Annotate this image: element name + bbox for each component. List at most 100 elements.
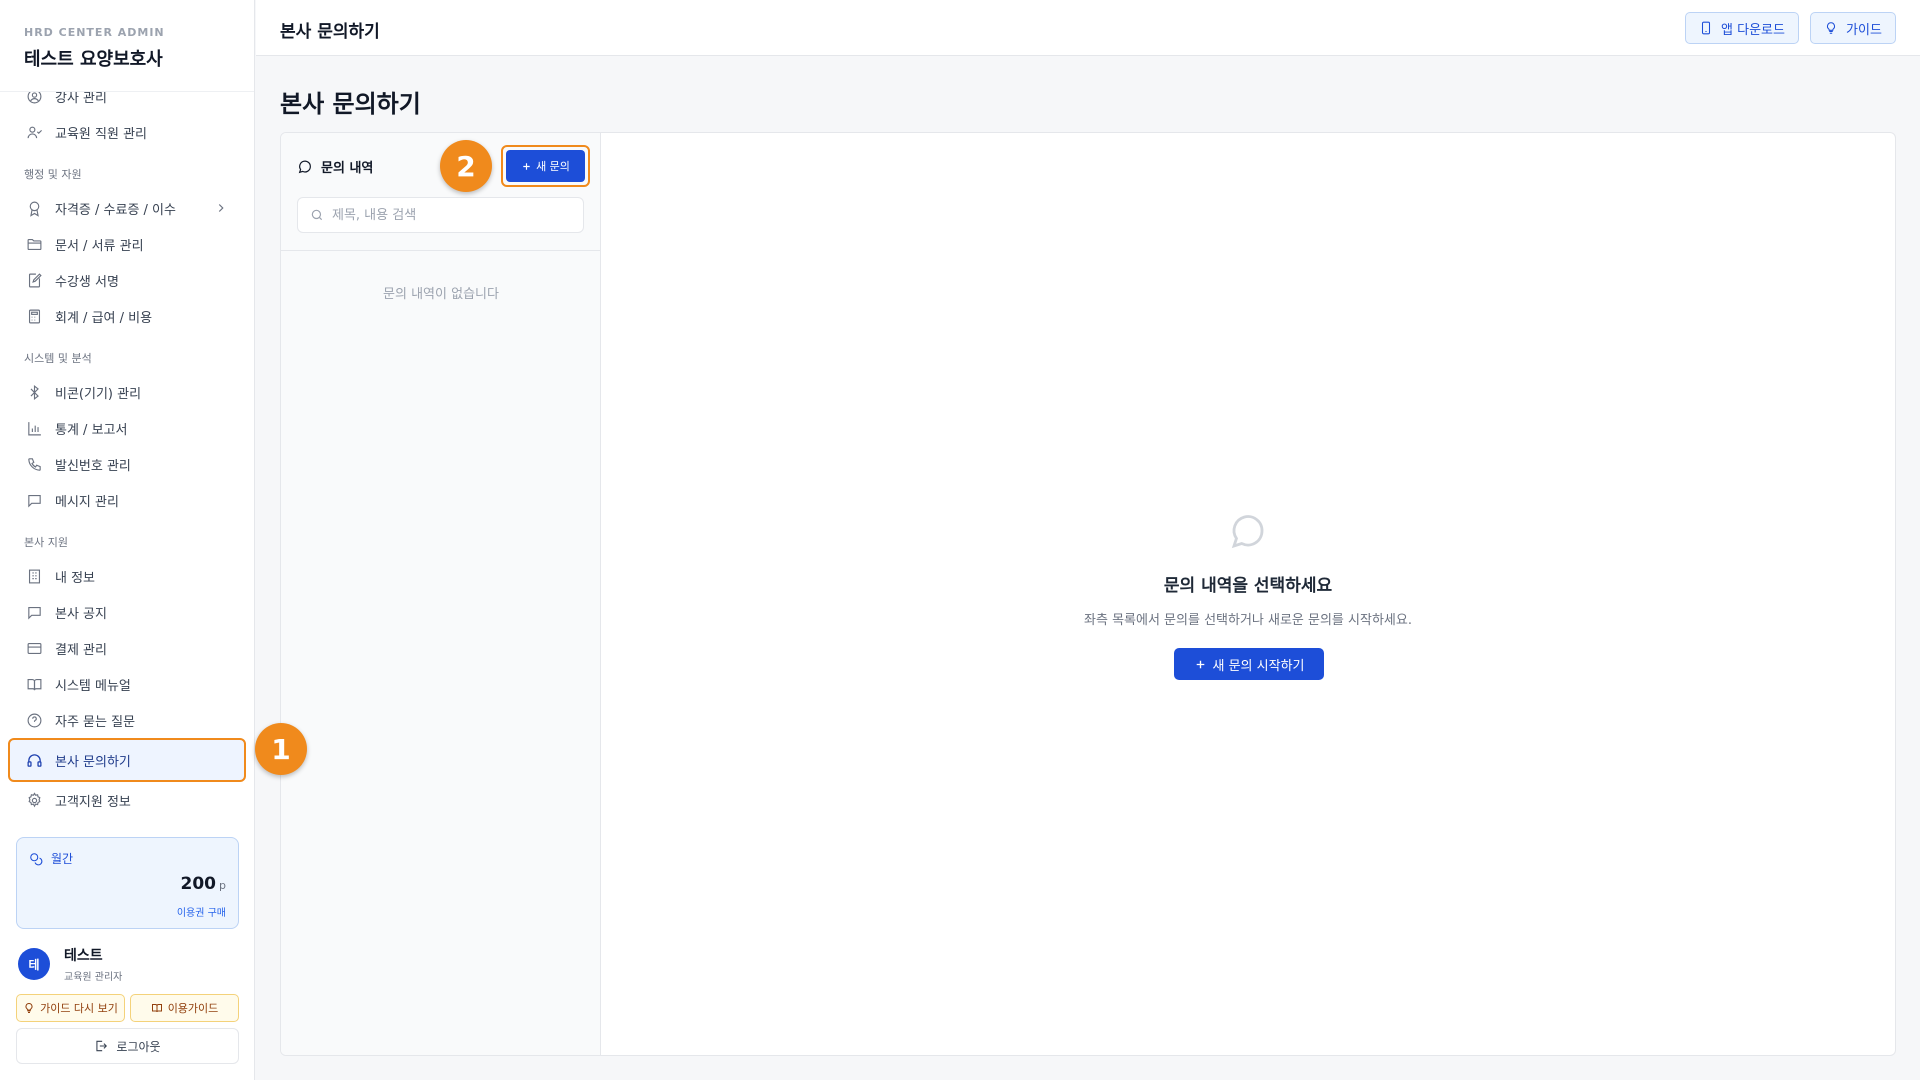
empty-state-title: 문의 내역을 선택하세요	[1163, 576, 1333, 596]
sidebar-item-certificates[interactable]: 자격증 / 수료증 / 이수	[0, 190, 254, 226]
chevron-right-icon	[218, 204, 224, 212]
message-circle-icon	[298, 160, 311, 173]
header-title: 본사 문의하기	[280, 22, 380, 42]
usage-guide-label: 이용가이드	[167, 1002, 219, 1015]
sidebar-item-label: 본사 문의하기	[55, 754, 131, 770]
users-icon	[27, 126, 42, 138]
guide-button[interactable]: 가이드	[1810, 12, 1896, 44]
point-period: 월간	[51, 852, 74, 866]
sidebar-item-label: 내 정보	[55, 570, 96, 586]
inquiry-search[interactable]	[297, 197, 584, 233]
credit-card-icon	[27, 642, 42, 654]
start-inquiry-button[interactable]: 새 문의 시작하기	[1174, 648, 1324, 680]
user-role: 교육원 관리자	[64, 972, 123, 983]
bar-chart-icon	[28, 421, 41, 435]
sidebar-item-payment[interactable]: 결제 관리	[0, 630, 254, 666]
guide-again-button[interactable]: 가이드 다시 보기	[16, 994, 125, 1022]
sidebar-item-hq-inquiry[interactable]: 본사 문의하기	[8, 738, 246, 782]
point-amount: 200	[180, 874, 217, 894]
new-inquiry-button[interactable]: 새 문의	[506, 150, 585, 182]
logout-button[interactable]: 로그아웃	[16, 1028, 239, 1064]
user-circle-icon	[27, 92, 42, 103]
app-download-button[interactable]: 앱 다운로드	[1685, 12, 1799, 44]
building-icon	[28, 569, 41, 583]
book-icon	[27, 678, 42, 690]
sidebar-item-label: 회계 / 급여 / 비용	[55, 310, 153, 326]
lightbulb-icon	[25, 1002, 33, 1013]
empty-state-description: 좌측 목록에서 문의를 선택하거나 새로운 문의를 시작하세요.	[1084, 613, 1412, 628]
sidebar-item-label: 문서 / 서류 관리	[55, 238, 144, 254]
nav-group-support: 본사 지원	[24, 536, 68, 549]
message-circle-icon	[1231, 515, 1264, 549]
page-title: 본사 문의하기	[280, 90, 421, 118]
top-header: 본사 문의하기 앱 다운로드 가이드	[256, 0, 1920, 56]
smartphone-icon	[1702, 21, 1711, 35]
point-value: 200 p	[181, 874, 226, 894]
sidebar-item-support-info[interactable]: 고객지원 정보	[0, 782, 254, 818]
usage-guide-button[interactable]: 이용가이드	[130, 994, 239, 1022]
calculator-icon	[28, 309, 41, 323]
sidebar-item-label: 본사 공지	[55, 606, 107, 622]
sidebar-item-label: 통계 / 보고서	[55, 422, 128, 438]
empty-list-message: 문의 내역이 없습니다	[383, 287, 499, 302]
sidebar-item-label: 시스템 메뉴얼	[55, 678, 131, 694]
sidebar-item-statistics[interactable]: 통계 / 보고서	[0, 410, 254, 446]
folder-icon	[27, 238, 42, 250]
search-icon	[311, 209, 323, 221]
inquiry-list-pane: 문의 내역 새 문의 문의 내역이 없습니다	[281, 133, 601, 1055]
bluetooth-icon	[30, 384, 39, 400]
sidebar-item-manual[interactable]: 시스템 메뉴얼	[0, 666, 254, 702]
guide-buttons: 가이드 다시 보기 이용가이드	[16, 994, 239, 1022]
app-download-label: 앱 다운로드	[1721, 22, 1785, 38]
sidebar-item-caller-id[interactable]: 발신번호 관리	[0, 446, 254, 482]
inquiry-list-title: 문의 내역	[297, 157, 373, 176]
sidebar-item-beacon[interactable]: 비콘(기기) 관리	[0, 374, 254, 410]
sidebar-item-documents[interactable]: 문서 / 서류 관리	[0, 226, 254, 262]
sidebar-item-label: 메시지 관리	[55, 494, 119, 510]
point-card: 월간 200 p 이용권 구매	[16, 837, 239, 929]
guide-label: 가이드	[1846, 22, 1882, 38]
user-profile: 테 테스트 교육원 관리자	[18, 945, 122, 983]
search-input[interactable]	[332, 207, 572, 223]
sidebar-item-accounting[interactable]: 회계 / 급여 / 비용	[0, 298, 254, 334]
sidebar-item-label: 발신번호 관리	[55, 458, 131, 474]
sidebar-item-label: 수강생 서명	[55, 274, 119, 290]
plus-icon	[523, 162, 530, 170]
plus-icon	[1196, 660, 1204, 668]
sidebar: HRD CENTER ADMIN 테스트 요양보호사 강사 관리 교육원 직원 …	[0, 0, 255, 1080]
start-inquiry-label: 새 문의 시작하기	[1212, 658, 1305, 674]
sidebar-item-faq[interactable]: 자주 묻는 질문	[0, 702, 254, 738]
inquiry-detail-empty: 문의 내역을 선택하세요 좌측 목록에서 문의를 선택하거나 새로운 문의를 시…	[601, 133, 1895, 1055]
sidebar-item-my-info[interactable]: 내 정보	[0, 558, 254, 594]
sidebar-item-label: 비콘(기기) 관리	[55, 386, 142, 402]
inquiry-panel: 문의 내역 새 문의 문의 내역이 없습니다 문의 내역을 선택하세요 좌측 목…	[280, 132, 1896, 1056]
nav-group-system: 시스템 및 분석	[24, 352, 92, 365]
avatar: 테	[18, 948, 50, 980]
logout-icon	[96, 1040, 108, 1052]
sidebar-item-label: 자주 묻는 질문	[55, 714, 136, 730]
user-name: 테스트	[64, 948, 103, 964]
sidebar-item-label: 고객지원 정보	[55, 794, 131, 810]
sidebar-item-notice[interactable]: 본사 공지	[0, 594, 254, 630]
inquiry-list-label: 문의 내역	[321, 161, 374, 176]
brand-title: 테스트 요양보호사	[24, 49, 163, 70]
award-icon	[29, 201, 40, 217]
buy-pass-link[interactable]: 이용권 구매	[177, 904, 226, 919]
sidebar-item-signature[interactable]: 수강생 서명	[0, 262, 254, 298]
phone-icon	[28, 457, 41, 471]
step-badge-2: 2	[440, 140, 492, 192]
sidebar-item-staff[interactable]: 교육원 직원 관리	[0, 114, 254, 150]
sidebar-nav-list: 강사 관리 교육원 직원 관리 행정 및 자원 자격증 / 수료증 / 이수 문…	[0, 92, 254, 818]
sidebar-item-instructors[interactable]: 강사 관리	[0, 92, 254, 114]
new-inquiry-highlight: 새 문의	[501, 145, 590, 187]
point-label: 월간	[29, 850, 73, 867]
sidebar-item-label: 자격증 / 수료증 / 이수	[55, 202, 176, 218]
new-inquiry-label: 새 문의	[536, 160, 570, 173]
point-unit: p	[219, 879, 226, 892]
inquiry-list-header: 문의 내역 새 문의	[281, 133, 600, 251]
sidebar-nav[interactable]: 강사 관리 교육원 직원 관리 행정 및 자원 자격증 / 수료증 / 이수 문…	[0, 92, 254, 819]
sidebar-item-messages[interactable]: 메시지 관리	[0, 482, 254, 518]
brand-subtitle: HRD CENTER ADMIN	[24, 26, 165, 39]
message-icon	[28, 494, 41, 508]
gear-icon	[28, 791, 41, 807]
